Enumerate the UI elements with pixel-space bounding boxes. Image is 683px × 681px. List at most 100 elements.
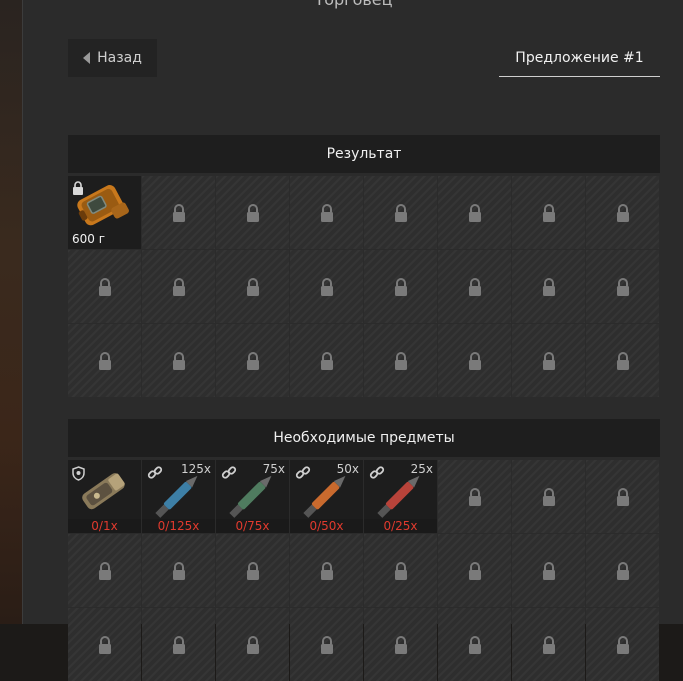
requirement-label: 0/50x	[290, 519, 363, 533]
link-icon	[147, 466, 163, 479]
lock-icon	[616, 351, 629, 370]
locked-slot	[438, 608, 511, 681]
locked-slot	[142, 324, 215, 397]
requirement-label: 0/125x	[142, 519, 215, 533]
locked-slot	[216, 534, 289, 607]
locked-slot	[364, 534, 437, 607]
tab-offer-1[interactable]: Предложение #1	[499, 39, 660, 77]
required-item-slot[interactable]: 75x 0/75x	[216, 460, 289, 533]
lock-icon	[468, 561, 481, 580]
lock-icon	[468, 487, 481, 506]
locked-slot	[68, 534, 141, 607]
lock-icon	[98, 277, 111, 296]
lock-icon	[542, 277, 555, 296]
locked-slot	[364, 324, 437, 397]
locked-slot	[512, 534, 585, 607]
lock-icon	[320, 635, 333, 654]
lock-icon	[542, 561, 555, 580]
back-button-label: Назад	[97, 50, 142, 66]
lock-icon	[616, 561, 629, 580]
lock-icon	[172, 561, 185, 580]
lock-icon	[468, 277, 481, 296]
lock-icon	[616, 487, 629, 506]
locked-slot	[586, 250, 659, 323]
locked-slot	[216, 324, 289, 397]
link-icon	[295, 466, 311, 479]
back-arrow-icon	[83, 52, 91, 64]
locked-slot	[68, 324, 141, 397]
locked-slot	[438, 176, 511, 249]
locked-slot	[512, 460, 585, 533]
result-grid: 600 г	[68, 176, 660, 397]
shield-icon	[72, 466, 85, 481]
lock-icon	[320, 561, 333, 580]
lock-icon	[542, 203, 555, 222]
locked-slot	[142, 608, 215, 681]
locked-slot	[290, 608, 363, 681]
lock-icon	[468, 635, 481, 654]
locked-slot	[438, 324, 511, 397]
locked-slot	[438, 534, 511, 607]
result-price: 600 г	[72, 232, 106, 246]
locked-slot	[142, 534, 215, 607]
lock-icon	[172, 203, 185, 222]
locked-slot	[216, 176, 289, 249]
lock-icon	[320, 277, 333, 296]
locked-slot	[68, 250, 141, 323]
required-grid: 0/1x 125x 0/125x 75x 0/75x 50x 0/50x 25x…	[68, 460, 660, 681]
lock-icon	[394, 351, 407, 370]
lock-icon	[394, 277, 407, 296]
locked-slot	[586, 608, 659, 681]
lock-icon	[320, 203, 333, 222]
lock-icon	[246, 277, 259, 296]
requirement-label: 0/1x	[68, 519, 141, 533]
requirement-label: 0/75x	[216, 519, 289, 533]
locked-slot	[290, 176, 363, 249]
lock-icon	[616, 635, 629, 654]
required-item-slot[interactable]: 50x 0/50x	[290, 460, 363, 533]
link-icon	[369, 466, 385, 479]
locked-slot	[216, 608, 289, 681]
background-scene	[0, 0, 22, 624]
locked-slot	[216, 250, 289, 323]
result-item-slot[interactable]: 600 г	[68, 176, 141, 249]
locked-slot	[142, 250, 215, 323]
locked-slot	[586, 460, 659, 533]
locked-slot	[512, 176, 585, 249]
lock-icon	[542, 487, 555, 506]
lock-icon	[246, 203, 259, 222]
locked-slot	[364, 608, 437, 681]
lock-icon	[172, 351, 185, 370]
locked-slot	[68, 608, 141, 681]
required-item-slot[interactable]: 125x 0/125x	[142, 460, 215, 533]
locked-slot	[586, 324, 659, 397]
lock-icon	[73, 181, 83, 195]
locked-slot	[512, 250, 585, 323]
locked-slot	[142, 176, 215, 249]
lock-icon	[172, 635, 185, 654]
lock-icon	[246, 561, 259, 580]
locked-slot	[364, 176, 437, 249]
locked-slot	[512, 324, 585, 397]
item-count: 75x	[262, 462, 285, 476]
item-count: 25x	[410, 462, 433, 476]
lock-icon	[394, 561, 407, 580]
locked-slot	[438, 460, 511, 533]
required-item-slot[interactable]: 25x 0/25x	[364, 460, 437, 533]
lock-icon	[320, 351, 333, 370]
link-icon	[221, 466, 237, 479]
back-button[interactable]: Назад	[68, 39, 157, 77]
lock-icon	[246, 351, 259, 370]
required-header: Необходимые предметы	[68, 419, 660, 457]
locked-slot	[586, 176, 659, 249]
window-title: Торговец	[23, 0, 683, 9]
lock-icon	[542, 351, 555, 370]
required-item-slot[interactable]: 0/1x	[68, 460, 141, 533]
lock-icon	[468, 351, 481, 370]
locked-slot	[586, 534, 659, 607]
locked-slot	[364, 250, 437, 323]
locked-slot	[290, 534, 363, 607]
lock-icon	[172, 277, 185, 296]
lock-icon	[98, 635, 111, 654]
lock-icon	[616, 203, 629, 222]
